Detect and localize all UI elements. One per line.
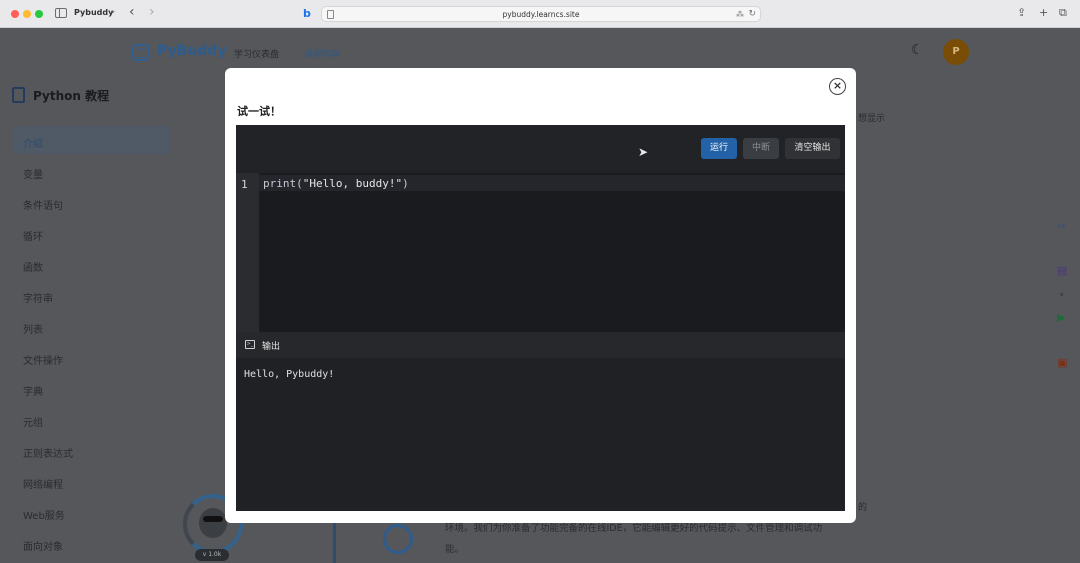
sidebar-item[interactable]: 变量 xyxy=(23,166,43,181)
forward-icon[interactable]: › xyxy=(149,4,155,20)
new-tab-icon[interactable]: + xyxy=(1039,6,1048,19)
chevron-down-icon[interactable]: ⌄ xyxy=(109,6,117,16)
close-window-button[interactable] xyxy=(11,10,19,18)
line-gutter: 1 xyxy=(236,173,259,332)
editor-toolbar: 运行 中断 清空输出 ➤ xyxy=(236,125,845,173)
feature-icon xyxy=(383,524,413,554)
try-it-modal: × 试一试！ 运行 中断 清空输出 ➤ 1 print("Hello, budd… xyxy=(225,68,856,523)
mascot-face xyxy=(199,508,227,538)
moon-icon[interactable]: ☾ xyxy=(911,42,924,58)
nav-courses[interactable]: 课程内容 xyxy=(304,47,340,60)
browser-toolbar: Pybuddy ⌄ ‹ › b pybuddy.learncs.site ⁂ ↻… xyxy=(0,0,1080,28)
bing-icon[interactable]: b xyxy=(303,7,313,20)
code-string: "Hello, buddy!" xyxy=(302,177,403,190)
code-line[interactable]: print("Hello, buddy!") xyxy=(263,177,409,190)
output-label: 输出 xyxy=(262,342,281,352)
back-icon[interactable]: ‹ xyxy=(129,4,135,20)
zoom-window-button[interactable] xyxy=(35,10,43,18)
play-icon[interactable]: ▶ xyxy=(1057,311,1065,324)
close-icon[interactable]: × xyxy=(829,78,846,95)
output-panel: Hello, Pybuddy! xyxy=(236,358,845,511)
mouse-cursor-icon: ➤ xyxy=(638,145,649,159)
clear-output-button[interactable]: 清空输出 xyxy=(785,138,840,159)
sidebar-item[interactable]: 列表 xyxy=(23,321,43,336)
code-paren: ) xyxy=(402,177,409,190)
modal-title: 试一试！ xyxy=(237,105,281,118)
sidebar-item[interactable]: 网络编程 xyxy=(23,476,63,491)
sidebar-item[interactable]: 条件语句 xyxy=(23,197,63,212)
run-button[interactable]: 运行 xyxy=(701,138,737,159)
code-function: print( xyxy=(263,177,303,190)
tabs-icon[interactable]: ⧉ xyxy=(1059,6,1067,20)
code-playground: 运行 中断 清空输出 ➤ 1 print("Hello, buddy!") >_… xyxy=(236,125,845,511)
logo-icon xyxy=(132,44,149,61)
sidebar-toggle-icon[interactable] xyxy=(55,8,67,18)
collapse-icon[interactable]: ‹ xyxy=(1060,290,1064,300)
sidebar-item[interactable]: 面向对象 xyxy=(23,538,63,553)
content-fragment: 的 xyxy=(858,503,868,513)
nav-dashboard[interactable]: 学习仪表盘 xyxy=(234,47,279,60)
sidebar-item[interactable]: Web服务 xyxy=(23,507,65,522)
address-bar[interactable]: pybuddy.learncs.site ⁂ ↻ xyxy=(321,6,761,22)
output-text: Hello, Pybuddy! xyxy=(244,369,335,380)
sidebar-item[interactable]: 元组 xyxy=(23,414,43,429)
code-icon[interactable]: ‹› xyxy=(1057,219,1066,232)
book-icon xyxy=(12,87,25,103)
translate-icon[interactable]: ⁂ xyxy=(736,10,744,19)
minimize-window-button[interactable] xyxy=(23,10,31,18)
avatar[interactable]: P xyxy=(943,39,969,65)
notes-icon[interactable]: ▤ xyxy=(1057,264,1067,277)
mascot-badge: v 1.0k xyxy=(195,549,229,561)
reload-icon[interactable]: ↻ xyxy=(748,9,756,19)
stop-button[interactable]: 中断 xyxy=(743,138,779,159)
output-header: >_ 输出 xyxy=(236,332,845,358)
course-title: Python 教程 xyxy=(33,89,110,103)
sidebar-item[interactable]: 循环 xyxy=(23,228,43,243)
sidebar-item[interactable]: 介绍 xyxy=(23,135,43,150)
code-editor[interactable]: 1 print("Hello, buddy!") xyxy=(236,173,845,332)
url-text: pybuddy.learncs.site xyxy=(502,10,580,19)
toolbox-icon[interactable]: ▣ xyxy=(1057,356,1067,369)
terminal-icon: >_ xyxy=(245,340,255,349)
tab-group-label[interactable]: Pybuddy xyxy=(74,8,113,17)
share-icon[interactable]: ⇪ xyxy=(1017,6,1026,19)
brand-name[interactable]: PyBuddy xyxy=(157,43,226,59)
sidebar-item[interactable]: 函数 xyxy=(23,259,43,274)
content-fragment: 想显示 xyxy=(858,114,886,124)
content-text: 能。 xyxy=(445,544,465,555)
sidebar-item[interactable]: 正则表达式 xyxy=(23,445,73,460)
sidebar-item[interactable]: 字典 xyxy=(23,383,43,398)
sidebar-item[interactable]: 字符串 xyxy=(23,290,53,305)
sidebar-item[interactable]: 文件操作 xyxy=(23,352,63,367)
line-number: 1 xyxy=(241,178,248,191)
